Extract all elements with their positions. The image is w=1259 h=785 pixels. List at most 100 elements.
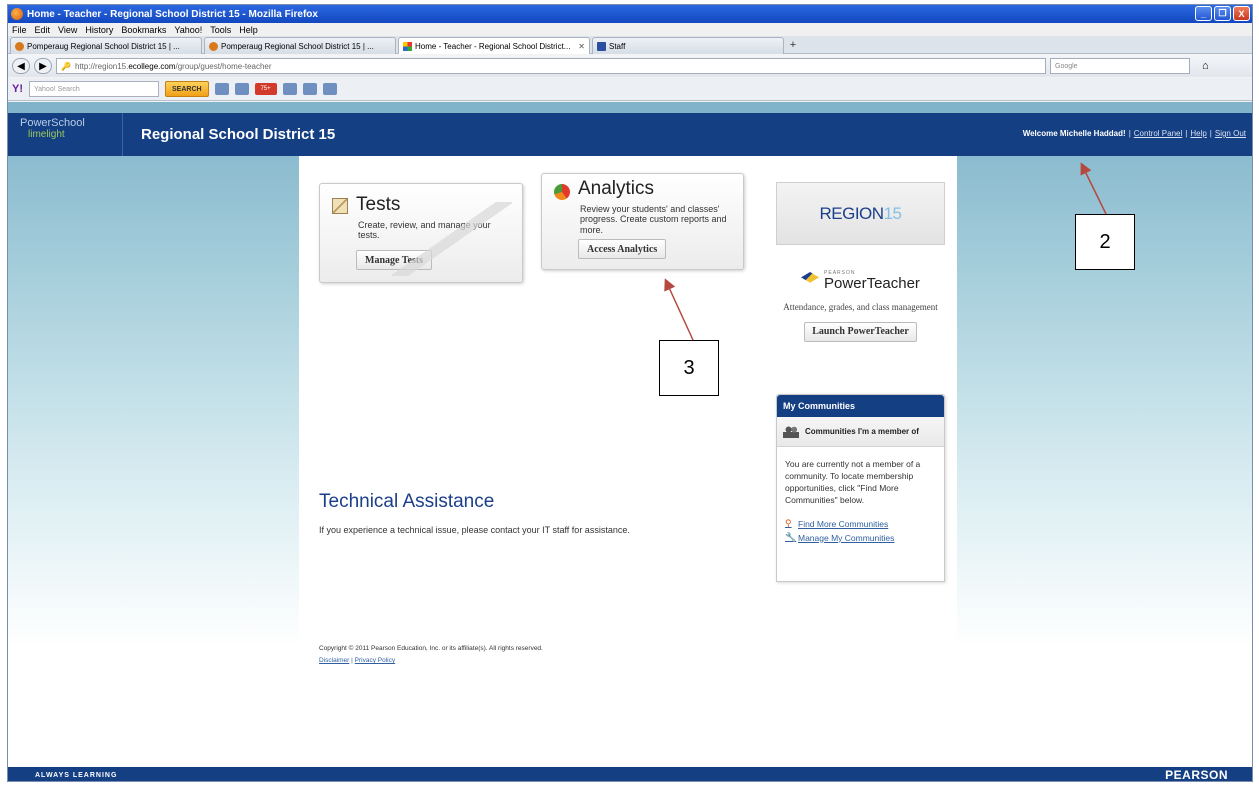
always-learning-text: ALWAYS LEARNING: [35, 771, 118, 779]
staff-icon: [597, 41, 606, 51]
communities-sub-label: Communities I'm a member of: [805, 427, 919, 436]
user-nav: Welcome Michelle Haddad! | Control Panel…: [1023, 129, 1246, 138]
help-link[interactable]: Help: [1190, 129, 1206, 138]
menu-edit[interactable]: Edit: [35, 25, 51, 35]
site-header: PowerSchool limelight Regional School Di…: [8, 113, 1252, 156]
powerteacher-icon: [801, 272, 820, 283]
menu-bookmarks[interactable]: Bookmarks: [121, 25, 166, 35]
forward-button[interactable]: ▶: [34, 58, 52, 74]
tab-label: Pomperaug Regional School District 15 | …: [221, 41, 374, 51]
new-tab-button[interactable]: +: [786, 36, 800, 53]
tests-icon: [332, 198, 348, 214]
control-panel-link[interactable]: Control Panel: [1134, 129, 1182, 138]
menu-yahoo[interactable]: Yahoo!: [174, 25, 202, 35]
site-identity-icon[interactable]: 🔑: [61, 62, 71, 71]
firefox-icon: [11, 8, 23, 20]
menu-history[interactable]: History: [85, 25, 113, 35]
region-text: REGION: [819, 203, 885, 223]
window-controls: _ ❐ X: [1195, 6, 1250, 21]
tab-pomperaug-1[interactable]: Pomperaug Regional School District 15 | …: [10, 37, 202, 54]
yahoo-search-placeholder: Yahoo! Search: [34, 85, 80, 93]
communities-body: You are currently not a member of a comm…: [785, 459, 921, 505]
toolbar-app-icon[interactable]: [302, 83, 317, 95]
logo-bottom-text: limelight: [28, 129, 65, 141]
communities-subheader: Communities I'm a member of: [777, 417, 944, 447]
analytics-description: Review your students' and classes' progr…: [580, 204, 727, 235]
window-title: Home - Teacher - Regional School Distric…: [27, 8, 318, 20]
copyright-text: Copyright © 2011 Pearson Education, Inc.…: [319, 645, 543, 652]
yahoo-logo[interactable]: Y!: [12, 83, 23, 95]
annotation-callout-2: 2: [1075, 214, 1135, 270]
pie-chart-icon: [554, 184, 570, 200]
tab-label: Pomperaug Regional School District 15 | …: [27, 41, 180, 51]
powerschool-limelight-logo[interactable]: PowerSchool limelight: [8, 113, 123, 156]
disclaimer-link[interactable]: Disclaimer: [319, 657, 349, 664]
facebook-icon[interactable]: [282, 83, 297, 95]
url-bar[interactable]: 🔑 http://region15. ecollege.com/group/gue…: [56, 58, 1046, 74]
tab-label: Staff: [609, 41, 626, 51]
yahoo-search-input[interactable]: Yahoo! Search: [29, 81, 159, 97]
home-icon[interactable]: ⌂: [1202, 60, 1209, 72]
logo-top-text: PowerSchool: [20, 117, 85, 129]
back-button[interactable]: ◀: [12, 58, 30, 74]
browser-window: Home - Teacher - Regional School Distric…: [7, 4, 1253, 782]
tests-card: Tests Create, review, and manage your te…: [319, 183, 523, 283]
mail-count-badge[interactable]: 75+: [254, 83, 277, 95]
tab-home-teacher[interactable]: Home - Teacher - Regional School Distric…: [398, 37, 590, 54]
manage-communities-label: Manage My Communities: [798, 532, 895, 543]
technical-assistance-title: Technical Assistance: [319, 491, 495, 512]
access-analytics-button[interactable]: Access Analytics: [578, 239, 667, 259]
title-bar: Home - Teacher - Regional School Distric…: [8, 5, 1252, 23]
region-number: 15: [883, 203, 902, 223]
tab-staff[interactable]: Staff: [592, 37, 784, 54]
footer-separator: |: [351, 657, 353, 664]
toolbar-bookmark-icon[interactable]: [214, 83, 229, 95]
my-communities-panel: My Communities Communities I'm a member …: [776, 394, 945, 582]
minimize-button[interactable]: _: [1195, 6, 1212, 21]
close-button[interactable]: X: [1233, 6, 1250, 21]
find-more-communities-link[interactable]: ⚲ Find More Communities: [785, 519, 944, 529]
google-search-input[interactable]: Google: [1050, 58, 1190, 74]
sign-out-link[interactable]: Sign Out: [1215, 129, 1246, 138]
web-page: PowerSchool limelight Regional School Di…: [8, 102, 1252, 782]
pearson-logo: PEARSON: [1165, 768, 1228, 782]
powerteacher-logo: PEARSON PowerTeacher: [776, 271, 945, 291]
manage-communities-link[interactable]: 🔧 Manage My Communities: [785, 533, 944, 543]
wrench-icon: 🔧: [785, 532, 797, 543]
nav-separator: |: [1128, 129, 1131, 138]
menu-file[interactable]: File: [12, 25, 27, 35]
tab-close-icon[interactable]: ✕: [578, 42, 585, 51]
welcome-user-link[interactable]: Welcome Michelle Haddad!: [1023, 129, 1126, 138]
yahoo-toolbar: Y! Yahoo! Search SEARCH 75+: [8, 78, 1252, 101]
search-placeholder: Google: [1055, 62, 1078, 70]
url-path: /group/guest/home-teacher: [175, 61, 272, 71]
footer-links: Disclaimer | Privacy Policy: [319, 657, 395, 664]
url-domain: ecollege.com: [128, 61, 176, 71]
powerteacher-name: PowerTeacher: [824, 275, 920, 292]
powerteacher-description: Attendance, grades, and class management: [783, 302, 938, 312]
toolbar-mail-icon[interactable]: [234, 83, 249, 95]
privacy-policy-link[interactable]: Privacy Policy: [355, 657, 395, 664]
nav-separator: |: [1185, 129, 1188, 138]
menu-tools[interactable]: Tools: [210, 25, 231, 35]
launch-powerteacher-button[interactable]: Launch PowerTeacher: [804, 321, 917, 342]
maximize-button[interactable]: ❐: [1214, 6, 1231, 21]
toolbar-news-icon[interactable]: [322, 83, 337, 95]
nav-separator: |: [1209, 129, 1212, 138]
menu-help[interactable]: Help: [239, 25, 258, 35]
annotation-callout-3: 3: [659, 340, 719, 396]
firefox-icon: [15, 41, 24, 51]
yahoo-search-button[interactable]: SEARCH: [165, 81, 209, 97]
menu-view[interactable]: View: [58, 25, 77, 35]
pencil-icon: [392, 202, 512, 276]
analytics-title: Analytics: [578, 178, 655, 199]
district-title: Regional School District 15: [141, 126, 336, 143]
menu-bar: File Edit View History Bookmarks Yahoo! …: [8, 23, 1252, 36]
tab-pomperaug-2[interactable]: Pomperaug Regional School District 15 | …: [204, 37, 396, 54]
url-prefix: http://region15.: [74, 61, 129, 71]
find-more-label: Find More Communities: [798, 518, 889, 529]
people-icon: [783, 425, 799, 438]
region15-logo: REGION 15: [776, 182, 945, 245]
firefox-icon: [209, 41, 218, 51]
main-content: Tests Create, review, and manage your te…: [299, 156, 957, 768]
